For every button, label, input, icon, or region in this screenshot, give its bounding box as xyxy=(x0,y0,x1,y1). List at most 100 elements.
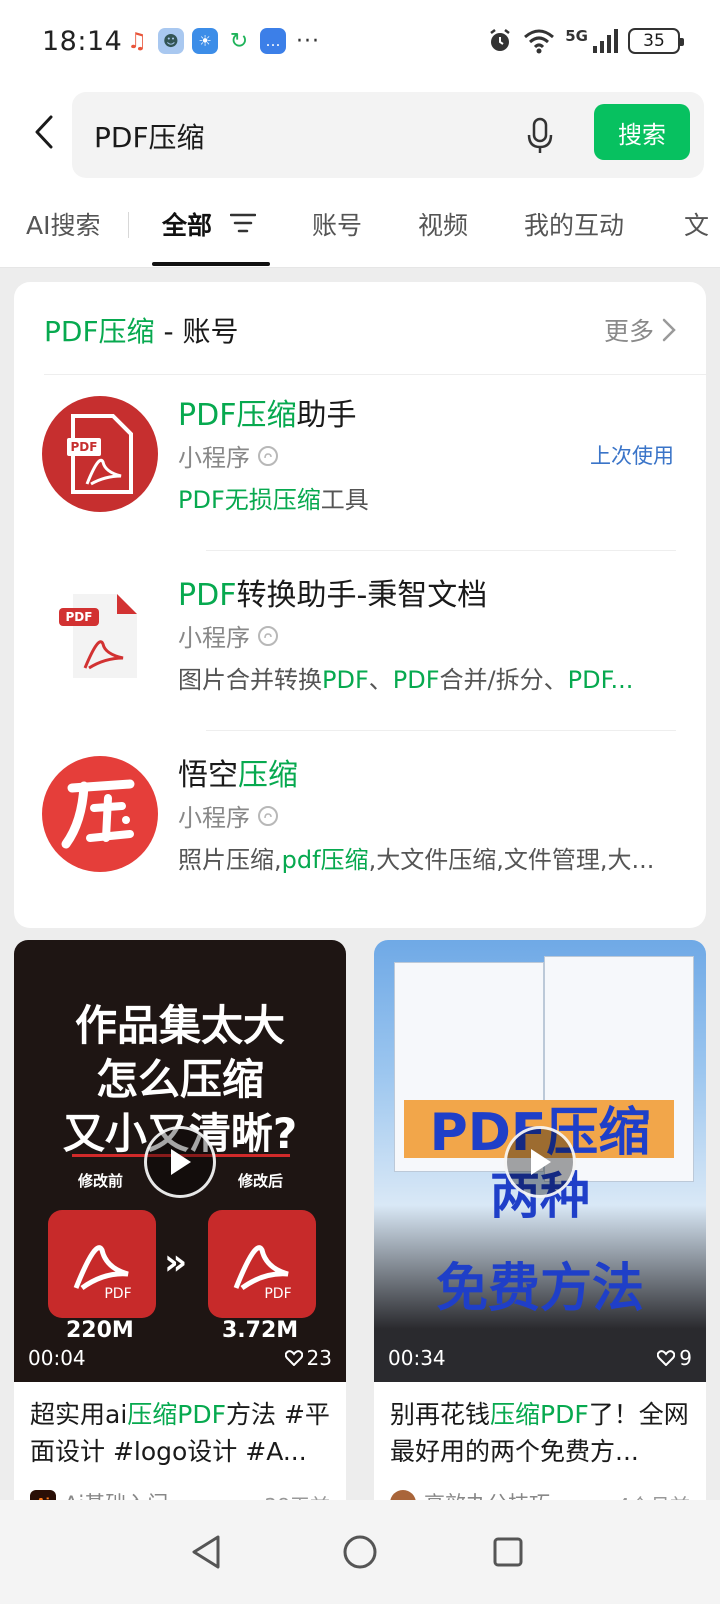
circle-home-icon xyxy=(343,1535,377,1569)
title-part: 别再花钱 xyxy=(390,1400,491,1429)
heart-icon xyxy=(657,1350,676,1366)
pdf-file-icon: PDF xyxy=(59,594,137,678)
more-label: 更多 xyxy=(603,317,654,346)
status-bar: 18:14 ♫ ☻ ☀ ↻ … ··· 5G 35 xyxy=(0,0,720,88)
title-highlight: PDF压缩 xyxy=(44,315,155,348)
account-type-label: 小程序 xyxy=(178,444,250,472)
account-type: 小程序 xyxy=(178,618,278,653)
account-item[interactable]: PDF PDF压缩助手 小程序 PDF无损压缩工具 上次使用 xyxy=(14,376,706,556)
more-accounts-link[interactable]: 更多 xyxy=(604,312,676,348)
name-highlight: PDF压缩 xyxy=(178,398,297,433)
chevron-right-icon xyxy=(662,318,676,342)
name-plain: 悟空 xyxy=(178,758,238,793)
triangle-back-icon xyxy=(192,1535,220,1569)
account-description: 照片压缩,pdf压缩,大文件压缩,文件管理,大... xyxy=(178,840,668,875)
thumbnail-text-line: 怎么压缩 xyxy=(95,1055,264,1104)
account-name: 悟空压缩 xyxy=(178,750,298,794)
acrobat-icon: PDF xyxy=(233,1245,292,1302)
name-highlight: 压缩 xyxy=(238,758,298,793)
active-tab-indicator xyxy=(152,262,270,266)
name-rest: 助手 xyxy=(296,398,357,433)
title-part: 压缩PDF xyxy=(490,1400,589,1429)
account-item[interactable]: 悟空压缩 小程序 照片压缩,pdf压缩,大文件压缩,文件管理,大... xyxy=(14,736,706,916)
account-name: PDF压缩助手 xyxy=(178,390,356,434)
name-highlight: PDF xyxy=(178,578,237,613)
desc-part: 合并/拆分、 xyxy=(439,666,568,694)
likes-count: 23 xyxy=(306,1346,332,1370)
account-description: 图片合并转换PDF、PDF合并/拆分、PDF... xyxy=(178,660,668,695)
divider xyxy=(44,374,706,375)
desc-part: PDF xyxy=(392,666,440,694)
divider xyxy=(206,550,676,551)
account-type: 小程序 xyxy=(178,798,278,833)
play-button[interactable] xyxy=(144,1126,216,1198)
tab-all[interactable]: 全部 xyxy=(162,206,212,242)
wifi-icon xyxy=(524,29,555,54)
before-size: 220M xyxy=(66,1318,134,1343)
video-likes: 9 xyxy=(657,1346,692,1370)
search-header: PDF压缩 搜索 xyxy=(0,88,720,188)
tab-videos[interactable]: 视频 xyxy=(418,206,468,242)
chat-app-icon: … xyxy=(260,28,286,54)
tab-my-interactions[interactable]: 我的互动 xyxy=(524,206,624,242)
pdf-badge-text: PDF xyxy=(264,1286,291,1302)
video-title: 超实用ai压缩PDF方法 #平面设计 #logo设计 #A... xyxy=(30,1396,330,1470)
account-description: PDF无损压缩工具 xyxy=(178,480,668,515)
tab-ai-search[interactable]: AI搜索 xyxy=(26,206,100,242)
pdf-before-icon: PDF xyxy=(48,1210,156,1318)
video-title: 别再花钱压缩PDF了！全网最好用的两个免费方... xyxy=(390,1396,690,1470)
system-indicators: 5G 35 xyxy=(487,27,684,54)
account-type-label: 小程序 xyxy=(178,804,250,832)
alarm-icon xyxy=(490,29,510,51)
status-time: 18:14 xyxy=(42,26,123,57)
back-button[interactable] xyxy=(24,112,64,152)
desc-part: 照片压缩, xyxy=(178,846,282,874)
nav-recents-button[interactable] xyxy=(486,1530,530,1574)
search-query: PDF压缩 xyxy=(94,121,205,154)
title-rest: - 账号 xyxy=(154,315,239,348)
voice-input-button[interactable] xyxy=(522,114,558,158)
accounts-card: PDF压缩 - 账号 更多 PDF PDF压缩助手 小程序 PDF无损压缩工具 … xyxy=(14,282,706,928)
filter-icon[interactable] xyxy=(230,212,256,234)
nav-home-button[interactable] xyxy=(338,1530,382,1574)
search-input[interactable]: PDF压缩 搜索 xyxy=(72,92,704,178)
play-icon xyxy=(171,1149,191,1175)
search-button[interactable]: 搜索 xyxy=(594,104,690,160)
title-part: 压缩PDF xyxy=(127,1400,226,1429)
desc-part: ,大文件压缩,文件管理,大... xyxy=(368,846,655,874)
video-card[interactable]: 作品集太大 怎么压缩 又小又清晰? 修改前 修改后 PDF » PDF 220M… xyxy=(14,940,346,1540)
name-rest: 转换助手-秉智文档 xyxy=(236,578,488,613)
thumbnail-text-line: 作品集太大 xyxy=(74,1001,285,1050)
account-item[interactable]: PDF PDF转换助手-秉智文档 小程序 图片合并转换PDF、PDF合并/拆分、… xyxy=(14,556,706,736)
mini-program-icon xyxy=(258,445,278,466)
video-likes: 23 xyxy=(284,1346,332,1370)
microphone-icon xyxy=(527,117,553,153)
account-type-label: 小程序 xyxy=(178,624,250,652)
notification-icons: ♫ ☻ ☀ ↻ … ··· xyxy=(124,28,320,54)
desc-part: PDF无损 xyxy=(178,486,273,514)
tab-articles[interactable]: 文 xyxy=(684,206,709,242)
weather-app-icon: ☀ xyxy=(192,28,218,54)
battery-indicator: 35 xyxy=(628,28,684,54)
video-card[interactable]: PDF压缩 两种 免费方法 00:34 9 别再花钱压缩PDF了！全网最好用的两… xyxy=(374,940,706,1540)
account-name: PDF转换助手-秉智文档 xyxy=(178,570,487,614)
video-thumbnail: PDF压缩 两种 免费方法 00:34 9 xyxy=(374,940,706,1382)
likes-count: 9 xyxy=(679,1346,692,1370)
after-size: 3.72M xyxy=(222,1318,299,1343)
tab-divider xyxy=(128,212,129,238)
desc-part: PDF xyxy=(322,666,369,694)
after-label: 修改后 xyxy=(238,1172,284,1190)
desc-part: PDF... xyxy=(567,666,634,694)
nav-back-button[interactable] xyxy=(184,1530,228,1574)
mini-program-icon xyxy=(258,805,278,826)
tab-accounts[interactable]: 账号 xyxy=(312,206,362,242)
desc-part: 压缩 xyxy=(272,486,321,514)
system-navigation-bar xyxy=(0,1500,720,1604)
battery-level: 35 xyxy=(643,31,665,51)
sync-app-icon: ↻ xyxy=(229,28,249,54)
desc-part: pdf压缩 xyxy=(281,846,369,874)
pdf-badge-text: PDF xyxy=(104,1286,131,1302)
play-button[interactable] xyxy=(504,1126,576,1198)
thumbnail-text-line: 免费方法 xyxy=(435,1259,644,1319)
recently-used-badge: 上次使用 xyxy=(590,444,674,468)
